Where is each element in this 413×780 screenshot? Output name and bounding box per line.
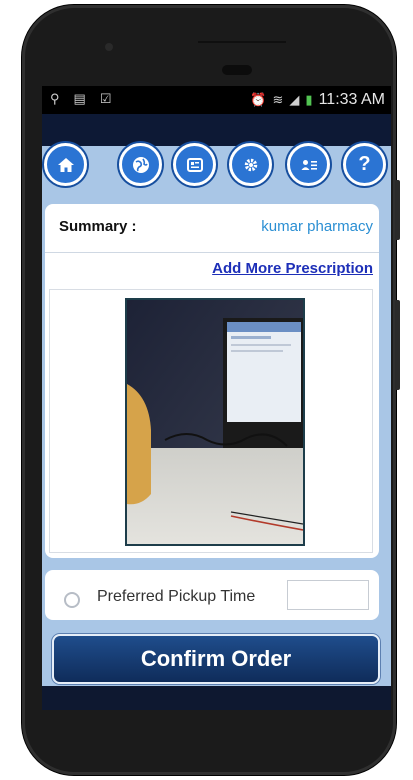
alarm-icon: ⏰ (250, 92, 267, 107)
app-top-band (42, 114, 391, 146)
settings-button[interactable] (229, 143, 272, 186)
front-camera (105, 43, 113, 51)
signal-icon: ◢ (289, 92, 300, 107)
power-button (395, 300, 400, 390)
gear-icon (244, 158, 257, 171)
prescription-photo[interactable] (125, 298, 305, 546)
battery-icon: ▮ (305, 92, 313, 107)
prescription-photo-frame (49, 289, 373, 553)
sync-icon: ☑ (99, 91, 112, 106)
news-icon (186, 157, 203, 172)
home-button[interactable] (44, 143, 87, 186)
wifi-icon: ≋ (272, 92, 284, 107)
pharmacy-name: kumar pharmacy (261, 218, 373, 235)
pickup-label: Preferred Pickup Time (97, 588, 256, 605)
pickup-card: Preferred Pickup Time (45, 570, 379, 620)
summary-label: Summary : (59, 218, 137, 235)
speaker-slit (198, 41, 286, 43)
news-button[interactable] (173, 143, 216, 186)
pickup-radio[interactable] (64, 592, 80, 608)
download-icon: ▤ (73, 91, 86, 106)
home-icon (57, 157, 74, 172)
summary-card: Summary : kumar pharmacy Add More Prescr… (45, 204, 379, 558)
status-bar: ⚲ ▤ ☑ ⏰ ≋ ◢ ▮ 11:33 AM (42, 86, 391, 114)
help-icon: ? (358, 153, 371, 175)
add-more-prescription-link[interactable]: Add More Prescription (212, 260, 373, 277)
usb-icon: ⚲ (50, 91, 60, 106)
screen: ⚲ ▤ ☑ ⏰ ≋ ◢ ▮ 11:33 AM ? Summary: kumar… (42, 86, 391, 710)
globe-button[interactable] (119, 143, 162, 186)
volume-button (395, 180, 400, 240)
contacts-icon (301, 159, 317, 170)
confirm-order-button[interactable]: Confirm Order (52, 634, 380, 684)
globe-icon (132, 156, 149, 173)
pickup-time-input[interactable] (287, 580, 369, 610)
help-button[interactable]: ? (343, 143, 386, 186)
clock-text: 11:33 AM (318, 91, 385, 108)
nav-bar: ? (42, 143, 391, 198)
bottom-bar (42, 686, 391, 710)
earpiece (222, 65, 252, 75)
divider (45, 252, 379, 253)
contacts-button[interactable] (287, 143, 330, 186)
app-content: ? Summary : kumar pharmacy Add More Pres… (42, 143, 391, 710)
